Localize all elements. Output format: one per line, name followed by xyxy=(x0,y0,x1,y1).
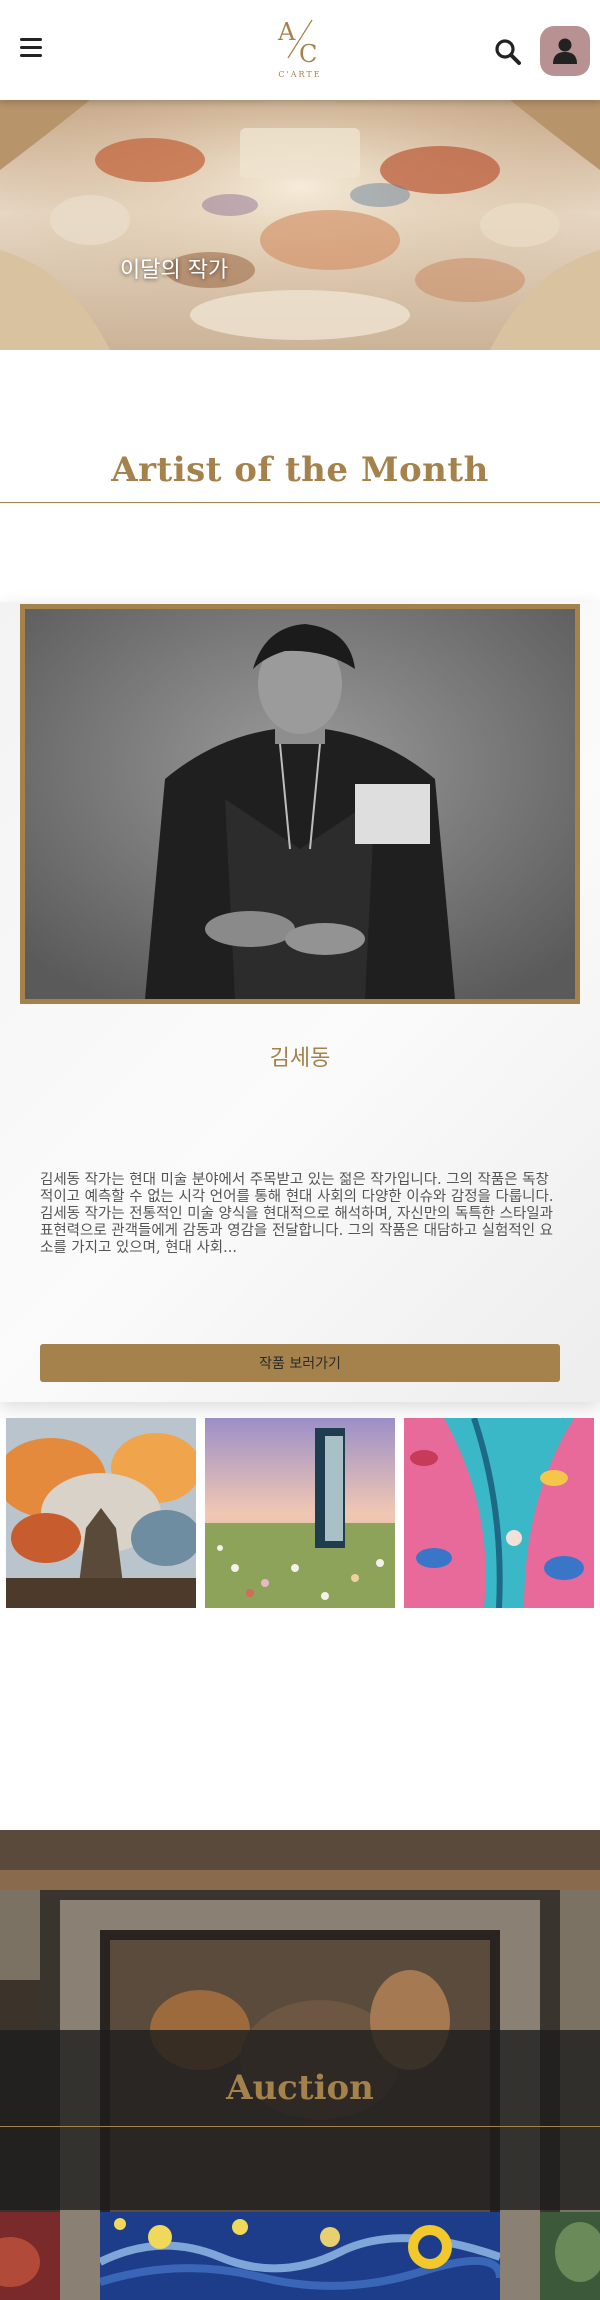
search-icon[interactable] xyxy=(494,38,522,66)
artist-bio: 김세동 작가는 현대 미술 분야에서 주목받고 있는 젊은 작가입니다. 그의 … xyxy=(40,1172,554,1256)
artwork-thumbnail[interactable] xyxy=(404,1418,594,1608)
artist-of-month-heading: Artist of the Month xyxy=(111,450,489,490)
logo[interactable]: A C C'ARTE xyxy=(262,12,338,88)
svg-text:C: C xyxy=(299,40,317,68)
artist-portrait xyxy=(20,604,580,1004)
view-works-button[interactable]: 작품 보러가기 xyxy=(40,1344,560,1382)
account-button[interactable] xyxy=(540,26,590,76)
user-icon xyxy=(553,38,577,64)
auction-divider xyxy=(0,2126,600,2127)
auction-band xyxy=(0,2030,600,2210)
artwork-thumbnails xyxy=(0,1418,600,1610)
auction-artwork-current[interactable] xyxy=(100,2212,500,2300)
artwork-thumbnail[interactable] xyxy=(6,1418,196,1608)
auction-artwork-prev[interactable] xyxy=(0,2212,60,2300)
auction-artwork-next[interactable] xyxy=(540,2212,600,2300)
section-divider xyxy=(0,502,600,503)
hamburger-icon[interactable] xyxy=(20,38,42,58)
site-header: A C C'ARTE xyxy=(0,0,600,100)
logo-monogram-icon: A C xyxy=(277,18,317,68)
artwork-thumbnail[interactable] xyxy=(205,1418,395,1608)
ceiling-fresco-image xyxy=(0,100,600,350)
artist-name: 김세동 xyxy=(269,1046,331,1071)
logo-wordmark: C'ARTE xyxy=(278,70,322,79)
auction-heading: Auction xyxy=(226,2068,374,2108)
portrait-photo xyxy=(25,609,575,999)
svg-text:A: A xyxy=(277,18,296,46)
hero-banner: 이달의 작가 xyxy=(0,100,600,350)
hero-title: 이달의 작가 xyxy=(120,258,229,283)
auction-section: Auction xyxy=(0,1830,600,2300)
